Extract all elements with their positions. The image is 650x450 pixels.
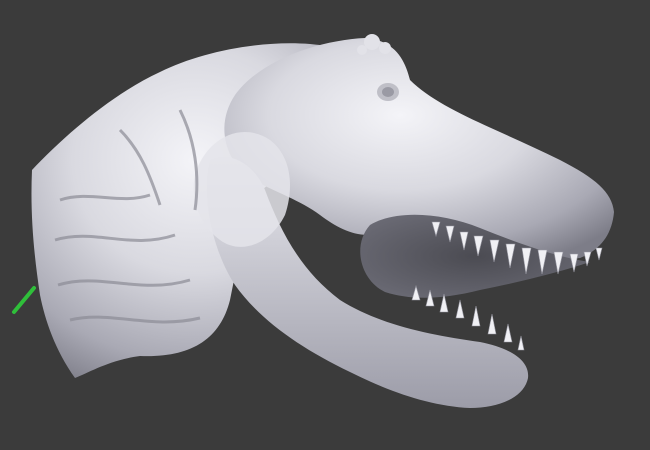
axis-gizmo-icon[interactable] [12,286,36,314]
sculpt-model[interactable] [0,0,650,450]
eye [377,83,399,101]
3d-viewport[interactable] [0,0,650,450]
